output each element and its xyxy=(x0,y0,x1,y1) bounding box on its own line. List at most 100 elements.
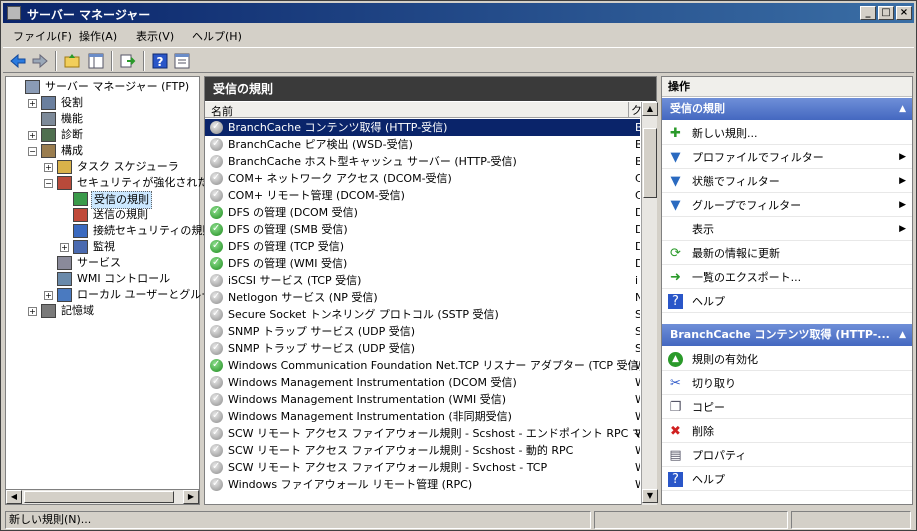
collapse-icon[interactable]: − xyxy=(44,179,53,188)
menu-view[interactable]: 表示(V) xyxy=(136,28,174,44)
tree-node[interactable]: + 診断 xyxy=(6,127,199,143)
enable-icon: ▲ xyxy=(668,352,683,367)
actions-section-inbound-rules[interactable]: 受信の規則 ▲ xyxy=(662,98,912,120)
action-item[interactable]: ? ヘルプ xyxy=(662,468,912,491)
action-item[interactable]: ❐ コピー xyxy=(662,396,912,419)
rule-row[interactable]: SNMP トラップ サービス (UDP 受信) S xyxy=(205,340,640,357)
title-bar[interactable]: サーバー マネージャー _ □ × xyxy=(3,3,914,23)
rule-group: W xyxy=(635,357,640,374)
rule-row[interactable]: DFS の管理 (TCP 受信) D xyxy=(205,238,640,255)
rule-row[interactable]: COM+ リモート管理 (DCOM-受信) C xyxy=(205,187,640,204)
export-list-icon[interactable] xyxy=(119,52,137,70)
maximize-button[interactable]: □ xyxy=(878,6,894,20)
expand-icon[interactable]: + xyxy=(28,131,37,140)
action-item[interactable]: ▼ プロファイルでフィルター ▶ xyxy=(662,146,912,169)
tree-node[interactable]: 接続セキュリティの規則 xyxy=(6,223,213,239)
scroll-thumb[interactable] xyxy=(643,128,657,198)
rule-row[interactable]: COM+ ネットワーク アクセス (DCOM-受信) C xyxy=(205,170,640,187)
rule-row[interactable]: DFS の管理 (WMI 受信) D xyxy=(205,255,640,272)
close-button[interactable]: × xyxy=(896,6,912,20)
up-folder-icon[interactable] xyxy=(63,52,81,70)
action-item[interactable]: 表示 ▶ xyxy=(662,218,912,241)
menu-action[interactable]: 操作(A) xyxy=(79,28,117,44)
rule-row[interactable]: Secure Socket トンネリング プロトコル (SSTP 受信) S xyxy=(205,306,640,323)
expand-icon[interactable]: + xyxy=(44,291,53,300)
rule-row[interactable]: DFS の管理 (SMB 受信) D xyxy=(205,221,640,238)
scroll-up-button[interactable]: ▲ xyxy=(642,102,658,116)
rule-row[interactable]: Netlogon サービス (NP 受信) N xyxy=(205,289,640,306)
action-item[interactable]: ▼ グループでフィルター ▶ xyxy=(662,194,912,217)
firewall-icon xyxy=(57,176,72,190)
help-icon[interactable]: ? xyxy=(151,52,169,70)
expand-icon[interactable]: + xyxy=(60,243,69,252)
scroll-down-button[interactable]: ▼ xyxy=(642,489,658,503)
rule-row[interactable]: SCW リモート アクセス ファイアウォール規則 - Scshost - 動的 … xyxy=(205,442,640,459)
rule-row[interactable]: iSCSI サービス (TCP 受信) i xyxy=(205,272,640,289)
forward-icon[interactable] xyxy=(31,52,49,70)
minimize-button[interactable]: _ xyxy=(860,6,876,20)
action-item[interactable]: ▤ プロパティ xyxy=(662,444,912,467)
collapse-icon[interactable]: − xyxy=(28,147,37,156)
show-hide-tree-icon[interactable] xyxy=(87,52,105,70)
rule-row[interactable]: DFS の管理 (DCOM 受信) D xyxy=(205,204,640,221)
action-item[interactable]: ? ヘルプ xyxy=(662,290,912,313)
rule-row[interactable]: Windows ファイアウォール リモート管理 (RPC) W xyxy=(205,476,640,493)
tree-node[interactable]: 受信の規則 xyxy=(6,191,199,209)
action-item[interactable]: ➜ 一覧のエクスポート... xyxy=(662,266,912,289)
rule-row[interactable]: Windows Management Instrumentation (WMI … xyxy=(205,391,640,408)
menu-help[interactable]: ヘルプ(H) xyxy=(192,28,242,44)
menu-file[interactable]: ファイル(F) xyxy=(13,28,72,44)
expand-icon[interactable]: + xyxy=(28,99,37,108)
tree-node[interactable]: 送信の規則 xyxy=(6,207,199,223)
wmi-icon xyxy=(57,272,72,286)
tree-node[interactable]: − 構成 xyxy=(6,143,199,159)
properties-view-icon[interactable] xyxy=(173,52,191,70)
rule-row[interactable]: Windows Management Instrumentation (DCOM… xyxy=(205,374,640,391)
collapse-icon[interactable]: ▲ xyxy=(899,98,906,120)
tree-horizontal-scrollbar[interactable]: ◀ ▶ xyxy=(5,489,200,505)
tree-node[interactable]: 機能 xyxy=(6,111,199,127)
tree-node[interactable]: − セキュリティが強化された Wi xyxy=(6,175,226,191)
tree-node[interactable]: サービス xyxy=(6,255,199,271)
rule-row[interactable]: BranchCache コンテンツ取得 (HTTP-受信) B xyxy=(205,119,640,136)
collapse-icon[interactable]: ▲ xyxy=(899,324,906,346)
pane-title: 受信の規則 xyxy=(205,77,656,101)
action-item[interactable]: ✚ 新しい規則... xyxy=(662,122,912,145)
rule-row[interactable]: Windows Communication Foundation Net.TCP… xyxy=(205,357,640,374)
rule-name: BranchCache ピア検出 (WSD-受信) xyxy=(228,138,413,151)
rule-enabled-icon xyxy=(210,221,223,237)
tree-node[interactable]: + タスク スケジューラ xyxy=(6,159,199,175)
status-panel-3 xyxy=(791,511,911,529)
column-name[interactable]: 名前 xyxy=(211,103,233,119)
tree-node[interactable]: サーバー マネージャー (FTP) xyxy=(6,79,199,95)
rule-row[interactable]: SCW リモート アクセス ファイアウォール規則 - Scshost - エンド… xyxy=(205,425,640,442)
console-tree[interactable]: サーバー マネージャー (FTP) + 役割 機能 + 診断 − 構成 + タスク スケジューラ −… xyxy=(5,76,226,505)
rule-row[interactable]: BranchCache ホスト型キャッシュ サーバー (HTTP-受信) B xyxy=(205,153,640,170)
expand-icon[interactable]: + xyxy=(28,307,37,316)
tree-node[interactable]: + 監視 xyxy=(6,239,199,255)
tree-node[interactable]: WMI コントロール xyxy=(6,271,199,287)
column-group[interactable]: ク xyxy=(628,102,642,118)
submenu-arrow-icon: ▶ xyxy=(899,152,906,162)
back-icon[interactable] xyxy=(9,52,27,70)
action-item[interactable]: ▼ 状態でフィルター ▶ xyxy=(662,170,912,193)
scroll-left-button[interactable]: ◀ xyxy=(6,490,22,504)
actions-section-selected-rule[interactable]: BranchCache コンテンツ取得 (HTTP-... ▲ xyxy=(662,324,912,346)
action-item[interactable]: ✖ 削除 xyxy=(662,420,912,443)
column-header[interactable]: 名前 ク xyxy=(205,102,642,119)
rule-row[interactable]: Windows Management Instrumentation (非同期受… xyxy=(205,408,640,425)
scroll-thumb[interactable] xyxy=(24,491,174,503)
rules-vertical-scrollbar[interactable]: ▲ ▼ xyxy=(641,102,658,505)
expand-icon[interactable]: + xyxy=(44,163,53,172)
rule-row[interactable]: SCW リモート アクセス ファイアウォール規則 - Svchost - TCP… xyxy=(205,459,640,476)
action-item[interactable]: ⟳ 最新の情報に更新 xyxy=(662,242,912,265)
tree-node[interactable]: + 記憶域 xyxy=(6,303,199,319)
rule-row[interactable]: BranchCache ピア検出 (WSD-受信) B xyxy=(205,136,640,153)
monitor-icon xyxy=(73,240,88,254)
rule-row[interactable]: SNMP トラップ サービス (UDP 受信) S xyxy=(205,323,640,340)
action-item[interactable]: ▲ 規則の有効化 xyxy=(662,348,912,371)
scroll-right-button[interactable]: ▶ xyxy=(183,490,199,504)
tree-node[interactable]: + ローカル ユーザーとグループ xyxy=(6,287,223,303)
action-item[interactable]: ✂ 切り取り xyxy=(662,372,912,395)
tree-node[interactable]: + 役割 xyxy=(6,95,199,111)
